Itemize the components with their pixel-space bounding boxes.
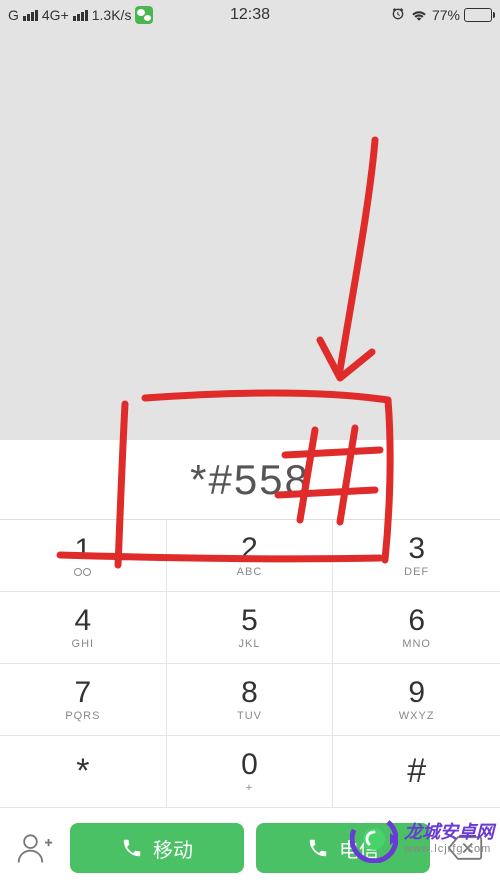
key-digit: 8 [241,678,258,708]
key-letters: ABC [237,566,263,578]
watermark: 龙城安卓网 www.lcjrfg.com [350,815,494,863]
key-digit: 9 [408,678,425,708]
recent-calls-area [0,30,500,440]
key-digit: 3 [408,534,425,564]
battery-pct: 77% [432,7,460,23]
key-digit: 1 [74,535,91,565]
key-1[interactable]: 1 [0,520,167,592]
key-letters: MNO [402,638,431,650]
key-digit: * [76,752,89,791]
signal-icon [23,10,38,21]
key-8[interactable]: 8 TUV [167,664,334,736]
key-digit: 6 [408,606,425,636]
signal-icon-sim2 [73,10,88,21]
watermark-url: www.lcjrfg.com [404,843,494,856]
key-letters: JKL [239,638,261,650]
dial-keypad: 1 2 ABC 3 DEF 4 GHI 5 JKL 6 MNO 7 PQRS 8… [0,520,500,808]
phone-icon [121,837,143,859]
battery-icon [464,8,492,22]
wifi-icon [410,7,428,24]
key-7[interactable]: 7 PQRS [0,664,167,736]
voicemail-icon [74,568,91,576]
key-letters: DEF [404,566,429,578]
add-contact-button[interactable] [12,825,58,871]
add-contact-icon [16,832,54,864]
status-bar: G 4G+ 1.3K/s 12:38 77% [0,0,500,30]
dialed-number-display: *#558 [0,440,500,520]
watermark-logo-icon [350,815,398,863]
key-letters: WXYZ [399,710,435,722]
alarm-icon [390,6,406,25]
key-3[interactable]: 3 DEF [333,520,500,592]
key-digit: 5 [241,606,258,636]
key-2[interactable]: 2 ABC [167,520,334,592]
key-digit: # [407,752,426,791]
key-digit: 4 [74,606,91,636]
status-right: 77% [390,6,492,25]
key-6[interactable]: 6 MNO [333,592,500,664]
key-digit: 2 [241,534,258,564]
key-letters: TUV [237,710,262,722]
network-label: 4G+ [42,7,69,23]
key-0[interactable]: 0 + [167,736,334,808]
key-5[interactable]: 5 JKL [167,592,334,664]
key-digit: 0 [241,750,258,780]
key-letters: PQRS [65,710,100,722]
key-letters: GHI [72,638,95,650]
key-9[interactable]: 9 WXYZ [333,664,500,736]
clock: 12:38 [230,6,270,24]
key-hash[interactable]: # [333,736,500,808]
key-star[interactable]: * [0,736,167,808]
phone-icon [307,837,329,859]
key-letters: + [246,782,253,794]
status-left: G 4G+ 1.3K/s [8,6,153,24]
call-sim1-button[interactable]: 移动 [70,823,244,873]
wechat-icon [135,6,153,24]
key-4[interactable]: 4 GHI [0,592,167,664]
key-digit: 7 [74,678,91,708]
watermark-title: 龙城安卓网 [404,822,494,843]
call-sim1-label: 移动 [153,834,193,863]
dialed-number: *#558 [190,456,310,504]
carrier-prefix: G [8,7,19,23]
data-speed: 1.3K/s [92,7,132,23]
